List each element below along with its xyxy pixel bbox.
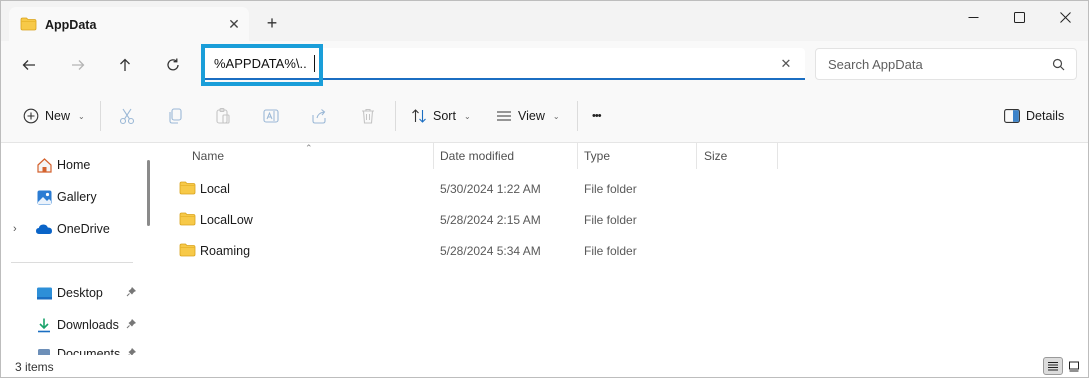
divider bbox=[100, 101, 101, 131]
details-button[interactable]: Details bbox=[1004, 104, 1064, 128]
clear-address-icon[interactable]: ✕ bbox=[778, 56, 794, 72]
refresh-icon[interactable] bbox=[161, 53, 185, 77]
maximize-icon[interactable] bbox=[996, 1, 1042, 33]
details-label: Details bbox=[1026, 109, 1065, 123]
address-bar[interactable]: ✕ bbox=[202, 48, 805, 80]
title-bar: AppData ✕ + bbox=[1, 1, 1088, 41]
file-type: File folder bbox=[584, 244, 637, 258]
text-cursor bbox=[314, 55, 315, 72]
sidebar-item-gallery[interactable]: Gallery bbox=[1, 183, 146, 211]
gallery-icon bbox=[35, 188, 53, 206]
file-type: File folder bbox=[584, 213, 637, 227]
pin-icon[interactable] bbox=[126, 286, 137, 300]
more-options-button[interactable]: ••• bbox=[592, 104, 602, 128]
share-icon[interactable] bbox=[309, 106, 329, 126]
column-divider[interactable] bbox=[577, 143, 578, 169]
delete-icon[interactable] bbox=[358, 106, 378, 126]
chevron-right-icon[interactable]: › bbox=[13, 223, 17, 235]
large-icons-view-icon[interactable] bbox=[1064, 357, 1084, 375]
pin-icon[interactable] bbox=[126, 318, 137, 332]
column-header-name[interactable]: Name bbox=[192, 143, 432, 169]
column-divider[interactable] bbox=[696, 143, 697, 169]
item-count: 3 items bbox=[15, 360, 54, 374]
folder-icon bbox=[20, 17, 37, 34]
file-name: Roaming bbox=[200, 244, 251, 258]
up-arrow-icon[interactable] bbox=[113, 53, 137, 77]
minimize-icon[interactable] bbox=[950, 1, 996, 33]
file-list: ⌃ Name Date modified Type Size Local 5/3… bbox=[161, 143, 1088, 355]
column-header-type[interactable]: Type bbox=[584, 143, 696, 169]
chevron-down-icon: ⌄ bbox=[463, 111, 471, 121]
details-view-icon[interactable] bbox=[1043, 357, 1063, 375]
home-icon bbox=[35, 156, 53, 174]
navigation-pane: Home Gallery › OneDrive Desktop Download… bbox=[1, 143, 158, 357]
file-explorer-window: AppData ✕ + ✕ bbox=[0, 0, 1089, 378]
navigation-bar: ✕ bbox=[1, 41, 1088, 89]
file-name: Local bbox=[200, 182, 230, 196]
table-row[interactable]: Roaming 5/28/2024 5:34 AM File folder bbox=[171, 235, 1071, 265]
onedrive-icon bbox=[35, 220, 53, 238]
sidebar-item-onedrive[interactable]: › OneDrive bbox=[1, 215, 146, 243]
view-button[interactable]: View ⌄ bbox=[496, 104, 560, 128]
plus-circle-icon bbox=[23, 108, 39, 124]
close-window-icon[interactable] bbox=[1042, 1, 1088, 33]
file-date: 5/28/2024 5:34 AM bbox=[440, 244, 541, 258]
sidebar-item-downloads[interactable]: Downloads bbox=[1, 311, 146, 339]
view-list-icon bbox=[497, 111, 511, 121]
sidebar-item-desktop[interactable]: Desktop bbox=[1, 279, 146, 307]
sort-label: Sort bbox=[433, 109, 456, 123]
file-date: 5/28/2024 2:15 AM bbox=[440, 213, 541, 227]
file-name: LocalLow bbox=[200, 213, 253, 227]
new-button[interactable]: New ⌄ bbox=[23, 104, 85, 128]
search-input[interactable] bbox=[828, 57, 1028, 72]
cut-icon[interactable] bbox=[117, 106, 137, 126]
sidebar-scrollbar[interactable] bbox=[147, 160, 150, 226]
rename-icon[interactable] bbox=[261, 106, 281, 126]
sort-button[interactable]: Sort ⌄ bbox=[411, 104, 471, 128]
folder-icon bbox=[179, 181, 196, 198]
column-header-date-modified[interactable]: Date modified bbox=[440, 143, 577, 169]
chevron-down-icon: ⌄ bbox=[552, 111, 560, 121]
column-divider[interactable] bbox=[433, 143, 434, 169]
command-bar: New ⌄ Sort ⌄ View ⌄ ••• Details bbox=[1, 89, 1088, 143]
sort-icon bbox=[412, 109, 426, 123]
divider bbox=[577, 101, 578, 131]
status-bar: 3 items bbox=[1, 355, 1088, 377]
forward-arrow-icon[interactable] bbox=[66, 53, 90, 77]
search-box[interactable] bbox=[815, 48, 1077, 80]
folder-icon bbox=[179, 212, 196, 229]
tab-title: AppData bbox=[45, 18, 97, 32]
back-arrow-icon[interactable] bbox=[17, 53, 41, 77]
new-tab-icon[interactable]: + bbox=[263, 13, 281, 33]
details-pane-icon bbox=[1004, 109, 1020, 123]
desktop-icon bbox=[35, 284, 53, 302]
new-label: New bbox=[45, 109, 71, 123]
address-input[interactable] bbox=[214, 56, 774, 71]
sidebar-item-home[interactable]: Home bbox=[1, 151, 146, 179]
file-date: 5/30/2024 1:22 AM bbox=[440, 182, 541, 196]
copy-icon[interactable] bbox=[165, 106, 185, 126]
table-row[interactable]: Local 5/30/2024 1:22 AM File folder bbox=[171, 173, 1071, 203]
column-header-size[interactable]: Size bbox=[704, 143, 776, 169]
downloads-icon bbox=[35, 316, 53, 334]
search-icon[interactable] bbox=[1052, 58, 1065, 74]
folder-icon bbox=[179, 243, 196, 260]
paste-icon[interactable] bbox=[213, 106, 233, 126]
view-label: View bbox=[518, 109, 545, 123]
table-row[interactable]: LocalLow 5/28/2024 2:15 AM File folder bbox=[171, 204, 1071, 234]
column-divider[interactable] bbox=[777, 143, 778, 169]
tab-appdata[interactable]: AppData ✕ bbox=[9, 7, 249, 41]
sidebar-divider bbox=[11, 262, 133, 263]
divider bbox=[395, 101, 396, 131]
chevron-down-icon: ⌄ bbox=[78, 111, 85, 121]
close-tab-icon[interactable]: ✕ bbox=[226, 16, 242, 32]
file-type: File folder bbox=[584, 182, 637, 196]
